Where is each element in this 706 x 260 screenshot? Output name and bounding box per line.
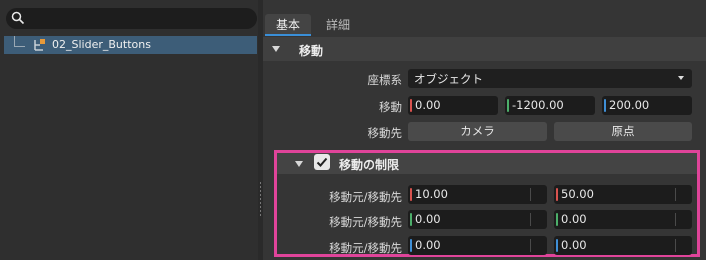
camera-button[interactable]: カメラ [408, 122, 547, 141]
move-label: 移動 [379, 100, 402, 114]
move-x-field[interactable]: 0.00 [408, 96, 498, 115]
dropdown-value: オブジェクト [414, 72, 483, 86]
coordinate-system-label: 座標系 [367, 73, 403, 87]
limit-x-max-field[interactable]: 50.00 [554, 185, 692, 204]
z-axis-indicator [410, 239, 412, 252]
limit-row-label: 移動元/移動先 [329, 190, 402, 204]
y-axis-indicator [556, 213, 558, 226]
limit-y-min-field[interactable]: 0.00 [408, 210, 547, 229]
limit-row-label: 移動元/移動先 [329, 215, 402, 229]
collapse-triangle-icon[interactable] [295, 161, 303, 167]
movement-limit-title: 移動の制限 [339, 158, 400, 172]
y-axis-indicator [410, 213, 412, 226]
field-divider [530, 239, 531, 252]
move-y-value: -1200.00 [512, 98, 564, 112]
y-axis-indicator [507, 99, 509, 112]
limit-z-min-value: 0.00 [415, 238, 441, 252]
origin-button[interactable]: 原点 [554, 122, 692, 141]
x-axis-indicator [556, 188, 558, 201]
movement-limit-checkbox[interactable] [314, 154, 330, 170]
limit-y-max-field[interactable]: 0.00 [554, 210, 692, 229]
move-z-value: 200.00 [609, 98, 650, 112]
limit-y-max-value: 0.00 [561, 212, 587, 226]
transform-section-header[interactable]: 移動 [263, 37, 706, 61]
limit-x-max-value: 50.00 [561, 187, 594, 201]
chevron-down-icon [678, 76, 684, 80]
move-target-label: 移動先 [367, 126, 403, 140]
collapse-triangle-icon[interactable] [272, 46, 280, 52]
outliner-item[interactable]: 02_Slider_Buttons [4, 36, 257, 54]
x-axis-indicator [410, 188, 412, 201]
tree-connector-line [14, 36, 25, 47]
limit-y-min-value: 0.00 [415, 212, 441, 226]
z-axis-indicator [604, 99, 606, 112]
limit-row-label: 移動元/移動先 [329, 241, 402, 255]
limit-x-min-field[interactable]: 10.00 [408, 185, 547, 204]
move-x-value: 0.00 [415, 98, 441, 112]
field-divider [530, 188, 531, 201]
limit-z-max-value: 0.00 [561, 238, 587, 252]
field-divider [675, 213, 676, 226]
movement-limit-header[interactable]: 移動の制限 [277, 153, 697, 174]
limit-z-max-field[interactable]: 0.00 [554, 236, 692, 255]
outliner-item-label: 02_Slider_Buttons [52, 38, 151, 51]
search-icon [11, 11, 25, 25]
field-divider [675, 188, 676, 201]
x-axis-indicator [410, 99, 412, 112]
splitter-grip-icon [260, 182, 261, 218]
checkmark-icon [316, 157, 328, 167]
move-z-field[interactable]: 200.00 [602, 96, 692, 115]
field-divider [530, 213, 531, 226]
outliner-panel: 02_Slider_Buttons [0, 0, 258, 260]
tab-basic[interactable]: 基本 [265, 14, 311, 36]
section-title: 移動 [299, 44, 324, 58]
field-divider [675, 239, 676, 252]
move-y-field[interactable]: -1200.00 [505, 96, 595, 115]
object-icon [34, 39, 45, 51]
limit-z-min-field[interactable]: 0.00 [408, 236, 547, 255]
limit-x-min-value: 10.00 [415, 187, 448, 201]
z-axis-indicator [556, 239, 558, 252]
outliner-search-field[interactable] [6, 8, 257, 29]
inspector-tabs: 基本 詳細 [263, 12, 706, 36]
tab-details[interactable]: 詳細 [315, 14, 361, 36]
coordinate-system-dropdown[interactable]: オブジェクト [408, 69, 692, 88]
